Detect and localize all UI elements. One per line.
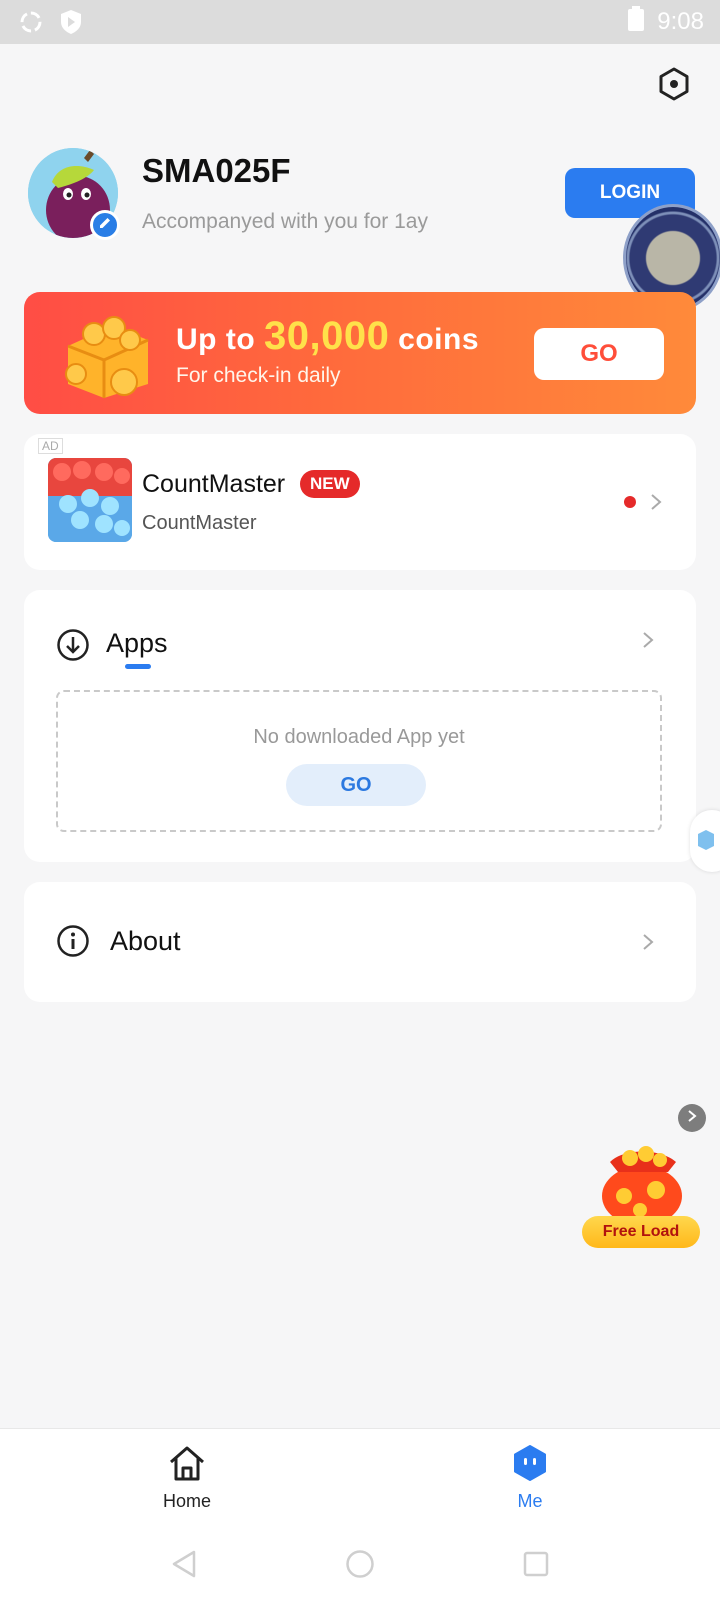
- nav-home-label: Home: [162, 1491, 211, 1511]
- banner-title-suffix: coins: [398, 323, 480, 356]
- settings-button[interactable]: [654, 66, 694, 106]
- banner-subtitle: For check-in daily: [176, 364, 341, 387]
- home-circle-icon: [345, 1549, 375, 1584]
- settings-hexagon-icon: [657, 67, 691, 106]
- about-card[interactable]: About: [24, 882, 696, 1002]
- bottom-nav: Home Me: [0, 1428, 720, 1532]
- recents-square-icon: [522, 1550, 550, 1583]
- home-system-button[interactable]: [344, 1549, 376, 1584]
- back-button[interactable]: [168, 1550, 200, 1582]
- chevron-right-icon[interactable]: [638, 630, 658, 650]
- nav-me[interactable]: Me: [470, 1441, 590, 1512]
- close-floater-button[interactable]: [678, 1104, 706, 1132]
- download-icon: [56, 628, 90, 662]
- banner-coin-amount: 30,000: [263, 314, 390, 358]
- banner-title: Up to 30,000 coins: [176, 314, 479, 359]
- about-label: About: [110, 926, 181, 956]
- cube-icon: [696, 828, 716, 857]
- apps-card: Apps No downloaded App yet GO: [24, 590, 696, 862]
- treasure-chest-icon: [50, 306, 160, 407]
- ad-tag: AD: [38, 438, 63, 454]
- free-load-floater[interactable]: Free Load: [580, 1138, 704, 1258]
- side-floating-widget[interactable]: [690, 810, 720, 872]
- new-badge: NEW: [300, 470, 360, 498]
- apps-underline: [125, 664, 151, 669]
- pencil-icon: [98, 216, 112, 235]
- status-bar: 9:08: [0, 0, 720, 44]
- banner-title-prefix: Up to: [176, 323, 256, 356]
- empty-apps-text: No downloaded App yet: [253, 726, 465, 748]
- ad-title: CountMaster: [142, 470, 286, 498]
- recents-button[interactable]: [520, 1550, 552, 1582]
- chevron-right-icon: [638, 932, 658, 952]
- apps-title[interactable]: Apps: [106, 628, 168, 659]
- sync-icon: [18, 9, 44, 40]
- system-nav-bar: [0, 1532, 720, 1600]
- empty-apps-box: No downloaded App yet GO: [56, 690, 662, 832]
- account-age-text: Accompanyed with you for 1ay: [142, 210, 428, 233]
- banner-go-button[interactable]: GO: [534, 328, 664, 380]
- chevron-right-icon: [687, 1109, 697, 1128]
- username: SMA025F: [142, 152, 291, 189]
- ad-subtitle: CountMaster: [142, 512, 257, 534]
- shield-play-icon: [58, 8, 84, 41]
- free-load-label: Free Load: [582, 1216, 700, 1248]
- info-icon: [56, 924, 90, 958]
- check-in-banner[interactable]: Up to 30,000 coins For check-in daily GO: [24, 292, 696, 414]
- ad-card[interactable]: AD CountMaster NEW CountMaster: [24, 434, 696, 570]
- battery-icon: [627, 6, 645, 37]
- apps-go-button[interactable]: GO: [286, 764, 426, 806]
- nav-me-label: Me: [517, 1491, 543, 1511]
- status-time: 9:08: [657, 7, 704, 35]
- countmaster-thumbnail: [48, 458, 132, 542]
- back-triangle-icon: [170, 1549, 198, 1584]
- edit-avatar-button[interactable]: [90, 210, 120, 240]
- notification-dot: [624, 496, 636, 508]
- home-icon: [165, 1441, 209, 1485]
- nav-home[interactable]: Home: [127, 1441, 247, 1512]
- me-icon: [508, 1441, 552, 1485]
- chevron-right-icon: [646, 492, 666, 512]
